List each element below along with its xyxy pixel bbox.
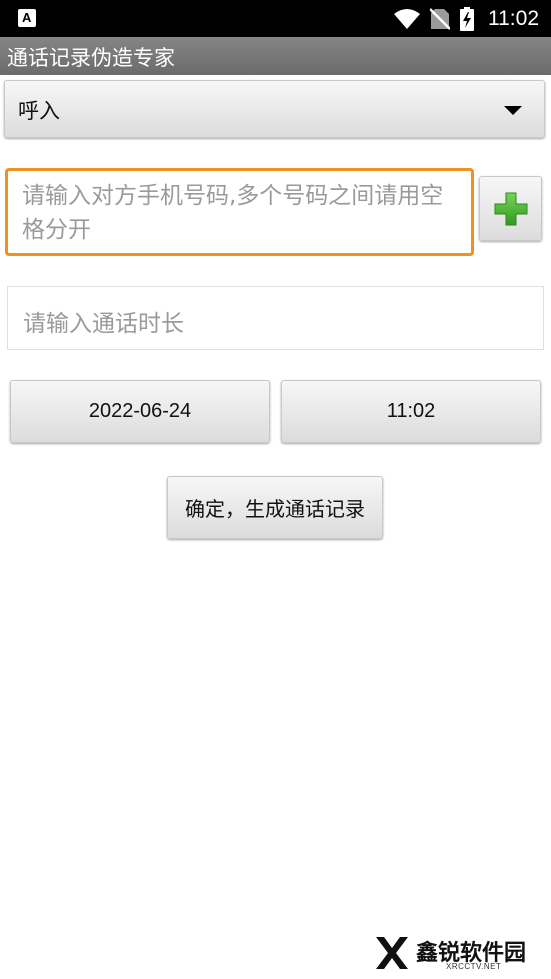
call-type-selected: 呼入 <box>18 99 60 123</box>
call-duration-placeholder: 请输入通话时长 <box>23 311 184 337</box>
date-button-label: 2022-06-24 <box>88 400 192 422</box>
time-button-label: 11:02 <box>386 400 436 422</box>
title-bar: 通话记录伪造专家 <box>0 37 551 75</box>
status-time: 11:02 <box>488 6 539 30</box>
watermark-subtext: XRCCTV.NET <box>446 962 502 971</box>
phone-number-input[interactable]: 请输入对方手机号码,多个号码之间请用空格分开 <box>5 168 474 256</box>
phone-number-placeholder: 请输入对方手机号码,多个号码之间请用空格分开 <box>22 183 444 243</box>
battery-charging-icon <box>460 6 474 31</box>
generate-record-button[interactable]: 确定，生成通话记录 <box>167 476 383 539</box>
watermark: 鑫锐软件园 XRCCTV.NET <box>372 933 542 973</box>
date-button[interactable]: 2022-06-24 <box>10 380 270 443</box>
call-duration-input[interactable]: 请输入通话时长 <box>7 286 544 350</box>
app-title: 通话记录伪造专家 <box>7 46 175 70</box>
add-contact-button[interactable] <box>479 176 542 241</box>
status-bar: 11:02 <box>0 0 551 37</box>
time-button[interactable]: 11:02 <box>281 380 541 443</box>
generate-record-label: 确定，生成通话记录 <box>185 497 365 521</box>
plus-icon <box>494 192 528 226</box>
notification-a-icon <box>18 9 36 27</box>
no-sim-icon <box>430 7 450 30</box>
status-icons: 11:02 <box>394 0 539 37</box>
call-type-spinner[interactable]: 呼入 <box>4 80 545 138</box>
wifi-icon <box>394 8 420 29</box>
dropdown-caret-icon <box>504 106 522 115</box>
watermark-logo-icon <box>376 937 408 969</box>
